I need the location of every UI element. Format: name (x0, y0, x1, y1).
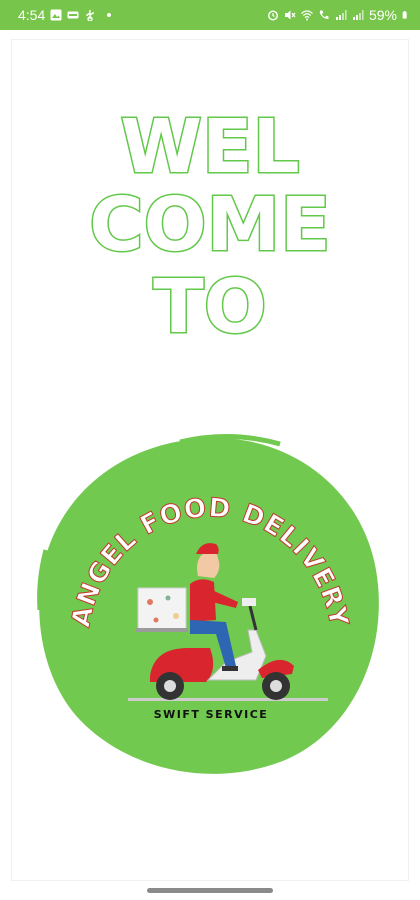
mute-icon (284, 10, 296, 20)
welcome-line-3: TO (153, 264, 266, 350)
signal-icon (352, 10, 364, 20)
battery-icon (402, 11, 407, 19)
welcome-heading: WEL COME TO (88, 103, 332, 352)
status-bar: 4:54 59% (0, 0, 420, 30)
brand-logo: ANGEL FOOD DELIVERY SWIFT SERVICE (37, 433, 379, 774)
tagline: SWIFT SERVICE (154, 708, 269, 721)
delivery-box-icon (136, 587, 188, 632)
gesture-nav-handle[interactable] (147, 888, 273, 893)
status-left: 4:54 (18, 7, 112, 23)
clock: 4:54 (18, 7, 46, 23)
notification-dot-icon (107, 13, 112, 17)
battery-percent: 59% (368, 7, 397, 23)
alarm-icon (267, 10, 278, 21)
call-icon (319, 10, 329, 20)
welcome-line-2: COME (89, 182, 330, 268)
usb-icon (86, 10, 94, 21)
status-right: 59% (267, 7, 410, 23)
welcome-line-1: WEL (120, 104, 299, 190)
video-icon (67, 11, 79, 19)
gallery-icon (50, 9, 62, 21)
signal-icon (335, 10, 347, 20)
wifi-icon (301, 10, 313, 21)
